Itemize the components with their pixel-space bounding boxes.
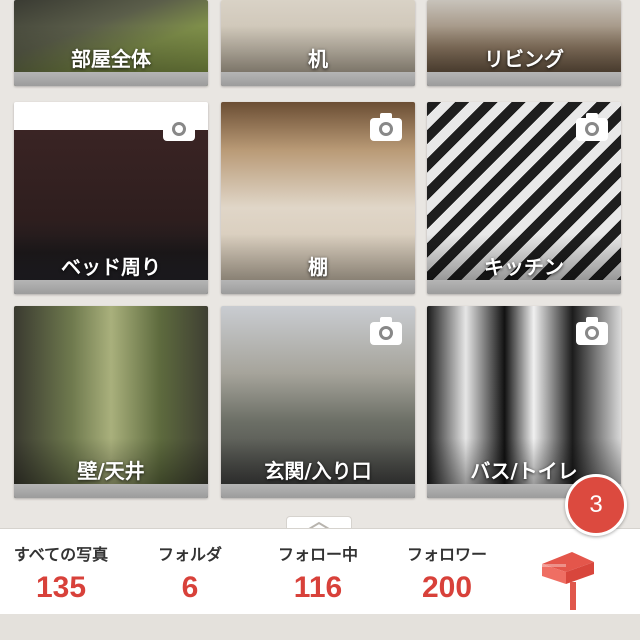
stat-folders[interactable]: フォルダ 6 xyxy=(138,541,242,605)
folder-tile-wall[interactable]: 壁/天井 xyxy=(14,306,208,498)
folder-tile-bed[interactable]: ベッド周り xyxy=(14,102,208,294)
folder-tile-kitchen[interactable]: キッチン xyxy=(427,102,621,294)
stat-label: フォルダ xyxy=(157,545,222,564)
folder-label: 棚 xyxy=(308,255,328,279)
stat-count: 135 xyxy=(35,571,87,604)
folder-label: キッチン xyxy=(484,255,564,279)
folder-tile-bath[interactable]: バス/トイレ xyxy=(427,306,621,498)
stat-all-photos[interactable]: すべての写真 135 xyxy=(6,541,116,605)
camera-icon xyxy=(575,316,609,346)
folder-tile-living[interactable]: リビング xyxy=(427,0,621,86)
stat-label: フォロワー xyxy=(406,545,487,564)
camera-icon xyxy=(369,112,403,142)
stat-count: 116 xyxy=(293,571,343,604)
stat-count: 200 xyxy=(421,571,473,604)
folder-grid: 部屋全体 机 リビング ベッド周り 棚 キッチン 壁/天井 玄関/入り口 バス/… xyxy=(0,0,640,520)
folder-label: ベッド周り xyxy=(61,255,161,279)
stat-label: すべての写真 xyxy=(13,545,109,564)
folder-tile-desk[interactable]: 机 xyxy=(221,0,415,86)
camera-icon xyxy=(369,316,403,346)
folder-tile-shelf[interactable]: 棚 xyxy=(221,102,415,294)
folder-label: 部屋全体 xyxy=(71,47,151,71)
bottom-strip xyxy=(0,614,640,640)
mailbox-icon[interactable] xyxy=(536,538,606,612)
stat-followers[interactable]: フォロワー 200 xyxy=(392,541,502,605)
camera-icon xyxy=(162,112,196,142)
folder-label: 壁/天井 xyxy=(77,459,145,483)
notification-badge[interactable]: 3 xyxy=(565,474,627,536)
folder-tile-room[interactable]: 部屋全体 xyxy=(14,0,208,86)
folder-label: リビング xyxy=(484,47,564,71)
stat-label: フォロー中 xyxy=(277,545,358,564)
camera-icon xyxy=(575,112,609,142)
folder-tile-entrance[interactable]: 玄関/入り口 xyxy=(221,306,415,498)
folder-label: 机 xyxy=(308,47,328,71)
folder-label: 玄関/入り口 xyxy=(264,459,372,483)
stat-count: 6 xyxy=(181,571,199,604)
stat-following[interactable]: フォロー中 116 xyxy=(262,541,374,605)
